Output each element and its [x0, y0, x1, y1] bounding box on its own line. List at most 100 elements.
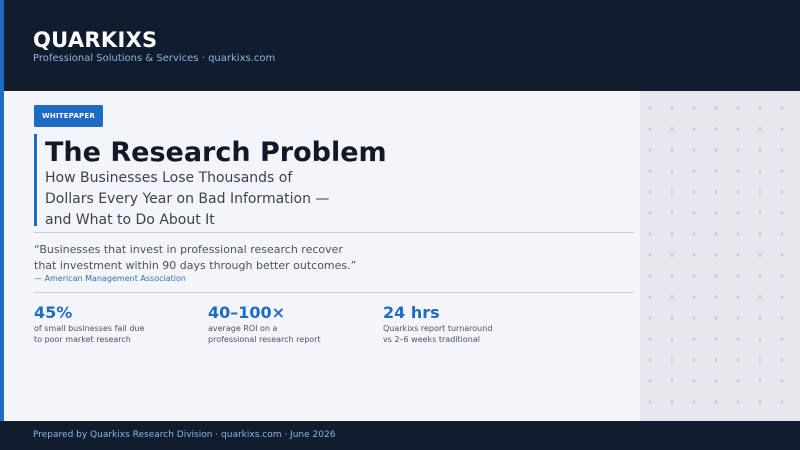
decorative-dot	[780, 169, 784, 173]
decorative-dot	[714, 232, 718, 236]
decorative-dot	[670, 190, 674, 194]
decorative-dot	[714, 127, 718, 131]
decorative-dot	[714, 358, 718, 362]
decorative-dot	[648, 127, 652, 131]
decorative-dot	[692, 358, 696, 362]
decorative-dot	[758, 106, 762, 110]
decorative-dot	[714, 190, 718, 194]
decorative-dot	[714, 274, 718, 278]
decorative-dot	[670, 274, 674, 278]
stat-description: average ROI on a professional research r…	[208, 324, 321, 344]
divider	[34, 292, 634, 293]
decorative-dot	[648, 337, 652, 341]
decorative-dot	[736, 337, 740, 341]
decorative-dot	[692, 316, 696, 320]
decorative-dot	[736, 274, 740, 278]
quote-source: — American Management Association	[34, 274, 186, 283]
page-subtitle: How Businesses Lose Thousands of Dollars…	[45, 170, 330, 228]
decorative-dot	[648, 169, 652, 173]
decorative-dot	[670, 379, 674, 383]
decorative-dot	[670, 169, 674, 173]
decorative-dot	[714, 379, 718, 383]
decorative-dot	[758, 295, 762, 299]
decorative-dot	[758, 316, 762, 320]
decorative-dot	[780, 316, 784, 320]
decorative-dot	[758, 253, 762, 257]
whitepaper-badge: WHITEPAPER	[34, 105, 103, 127]
decorative-dot	[736, 253, 740, 257]
page-title: The Research Problem	[45, 137, 387, 168]
decorative-dot	[780, 400, 784, 404]
decorative-dot	[692, 190, 696, 194]
decorative-dot	[692, 274, 696, 278]
decorative-dot	[758, 337, 762, 341]
decorative-dot	[780, 106, 784, 110]
stat-description: Quarkixs report turnaround vs 2–6 weeks …	[383, 324, 493, 344]
decorative-dot	[780, 127, 784, 131]
decorative-dot	[758, 190, 762, 194]
decorative-dot	[736, 232, 740, 236]
decorative-dot	[648, 253, 652, 257]
decorative-dot	[692, 253, 696, 257]
decorative-dot	[714, 400, 718, 404]
decorative-dot	[736, 106, 740, 110]
decorative-dot	[670, 316, 674, 320]
decorative-dot	[714, 211, 718, 215]
decorative-dot	[780, 337, 784, 341]
decorative-dot	[648, 316, 652, 320]
decorative-dot	[736, 316, 740, 320]
stat-block: 45% of small businesses fail due to poor…	[34, 303, 194, 345]
footer: Prepared by Quarkixs Research Division ·…	[0, 421, 800, 450]
left-accent-bar	[0, 0, 4, 450]
decorative-dot	[648, 295, 652, 299]
decorative-dot	[670, 253, 674, 257]
decorative-dot	[780, 358, 784, 362]
decorative-dot	[736, 379, 740, 383]
decorative-dot	[670, 337, 674, 341]
decorative-dot	[758, 148, 762, 152]
decorative-dot	[714, 295, 718, 299]
decorative-dot	[758, 358, 762, 362]
decorative-dot	[714, 169, 718, 173]
decorative-dot	[670, 148, 674, 152]
decorative-dot	[692, 379, 696, 383]
decorative-dot	[780, 379, 784, 383]
decorative-dot	[736, 400, 740, 404]
decorative-dot	[780, 190, 784, 194]
decorative-dot	[648, 232, 652, 236]
decorative-dot	[670, 211, 674, 215]
decorative-dot	[736, 295, 740, 299]
decorative-dot	[714, 106, 718, 110]
decorative-dot	[758, 274, 762, 278]
decorative-dot	[670, 358, 674, 362]
decorative-dot	[692, 337, 696, 341]
decorative-dot	[648, 400, 652, 404]
decorative-dot	[648, 190, 652, 194]
decorative-dot	[692, 127, 696, 131]
footer-text: Prepared by Quarkixs Research Division ·…	[33, 430, 336, 440]
decorative-dot	[648, 274, 652, 278]
decorative-dot	[758, 211, 762, 215]
decorative-dot	[780, 295, 784, 299]
brand-name: QUARKIXS	[33, 28, 158, 52]
stat-block: 24 hrs Quarkixs report turnaround vs 2–6…	[383, 303, 543, 345]
quote-text: “Businesses that invest in professional …	[34, 243, 357, 272]
decorative-dot	[714, 253, 718, 257]
decorative-dot	[780, 211, 784, 215]
decorative-dot	[758, 232, 762, 236]
decorative-dot	[692, 295, 696, 299]
decorative-dot	[780, 274, 784, 278]
decorative-dot	[714, 337, 718, 341]
decorative-dot	[692, 400, 696, 404]
decorative-dot	[736, 148, 740, 152]
decorative-dot	[670, 295, 674, 299]
decorative-dot	[758, 127, 762, 131]
decorative-dot	[780, 148, 784, 152]
brand-tagline: Professional Solutions & Services · quar…	[33, 53, 276, 64]
decorative-dot	[736, 211, 740, 215]
decorative-dot	[736, 190, 740, 194]
decorative-dot	[714, 316, 718, 320]
decorative-dot	[648, 106, 652, 110]
decorative-dot	[692, 106, 696, 110]
decorative-dot	[648, 358, 652, 362]
